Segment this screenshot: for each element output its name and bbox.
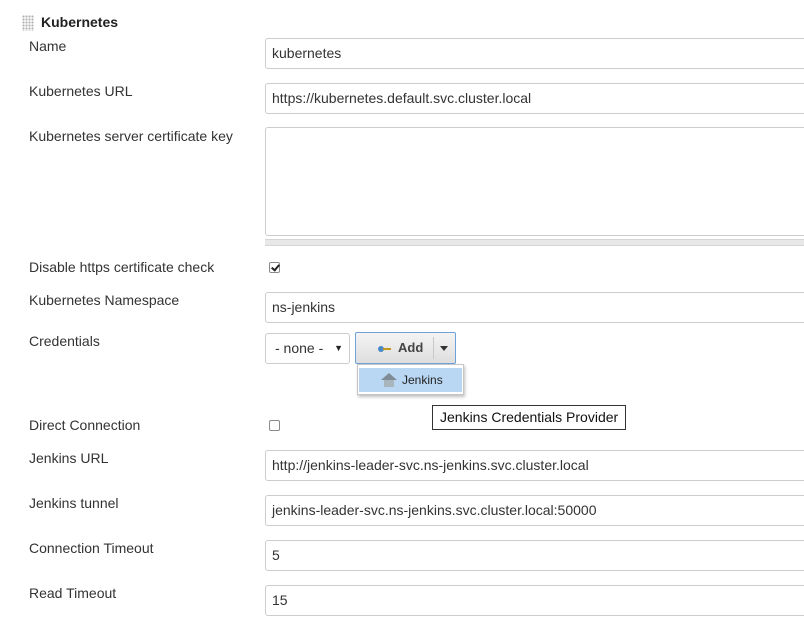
direct-connection-checkbox[interactable]: [269, 420, 280, 431]
connection-timeout-input[interactable]: 5: [265, 540, 804, 571]
add-credentials-button[interactable]: Add: [355, 332, 456, 364]
button-divider: [433, 337, 434, 359]
namespace-label: Kubernetes Namespace: [29, 292, 180, 308]
kubernetes-url-input[interactable]: https://kubernetes.default.svc.cluster.l…: [265, 83, 804, 114]
credentials-select[interactable]: - none - ▼: [265, 333, 350, 364]
add-button-label: Add: [398, 340, 424, 355]
server-cert-key-label: Kubernetes server certificate key: [29, 128, 233, 144]
chevron-down-icon[interactable]: [440, 346, 448, 351]
name-label: Name: [29, 38, 67, 54]
tooltip: Jenkins Credentials Provider: [432, 405, 627, 430]
direct-connection-label: Direct Connection: [29, 417, 141, 433]
read-timeout-label: Read Timeout: [29, 585, 117, 601]
jenkins-url-input[interactable]: http://jenkins-leader-svc.ns-jenkins.svc…: [265, 450, 804, 481]
add-button-main[interactable]: Add: [356, 333, 433, 363]
read-timeout-input[interactable]: 15: [265, 585, 804, 616]
connection-timeout-label: Connection Timeout: [29, 540, 154, 556]
server-cert-key-textarea[interactable]: [265, 127, 804, 236]
jenkins-url-label: Jenkins URL: [29, 450, 109, 466]
credentials-label: Credentials: [29, 333, 100, 349]
kubernetes-url-label: Kubernetes URL: [29, 83, 133, 99]
menu-item-jenkins-label: Jenkins: [402, 373, 443, 387]
menu-item-jenkins[interactable]: Jenkins: [359, 368, 462, 392]
section-title: Kubernetes: [41, 14, 119, 30]
disable-https-check-label: Disable https certificate check: [29, 259, 215, 275]
select-arrow-icon: ▼: [334, 343, 343, 353]
drag-handle-icon[interactable]: [22, 15, 34, 31]
add-credentials-menu: Jenkins: [357, 364, 464, 395]
jenkins-house-icon: [381, 373, 397, 387]
key-icon: [378, 346, 392, 352]
jenkins-tunnel-input[interactable]: jenkins-leader-svc.ns-jenkins.svc.cluste…: [265, 495, 804, 526]
disable-https-check-checkbox[interactable]: [269, 262, 280, 273]
namespace-input[interactable]: ns-jenkins: [265, 292, 804, 323]
name-input[interactable]: kubernetes: [265, 38, 804, 69]
textarea-resize-handle[interactable]: [265, 239, 804, 246]
credentials-selected-value: - none -: [275, 340, 324, 356]
jenkins-tunnel-label: Jenkins tunnel: [29, 495, 119, 511]
